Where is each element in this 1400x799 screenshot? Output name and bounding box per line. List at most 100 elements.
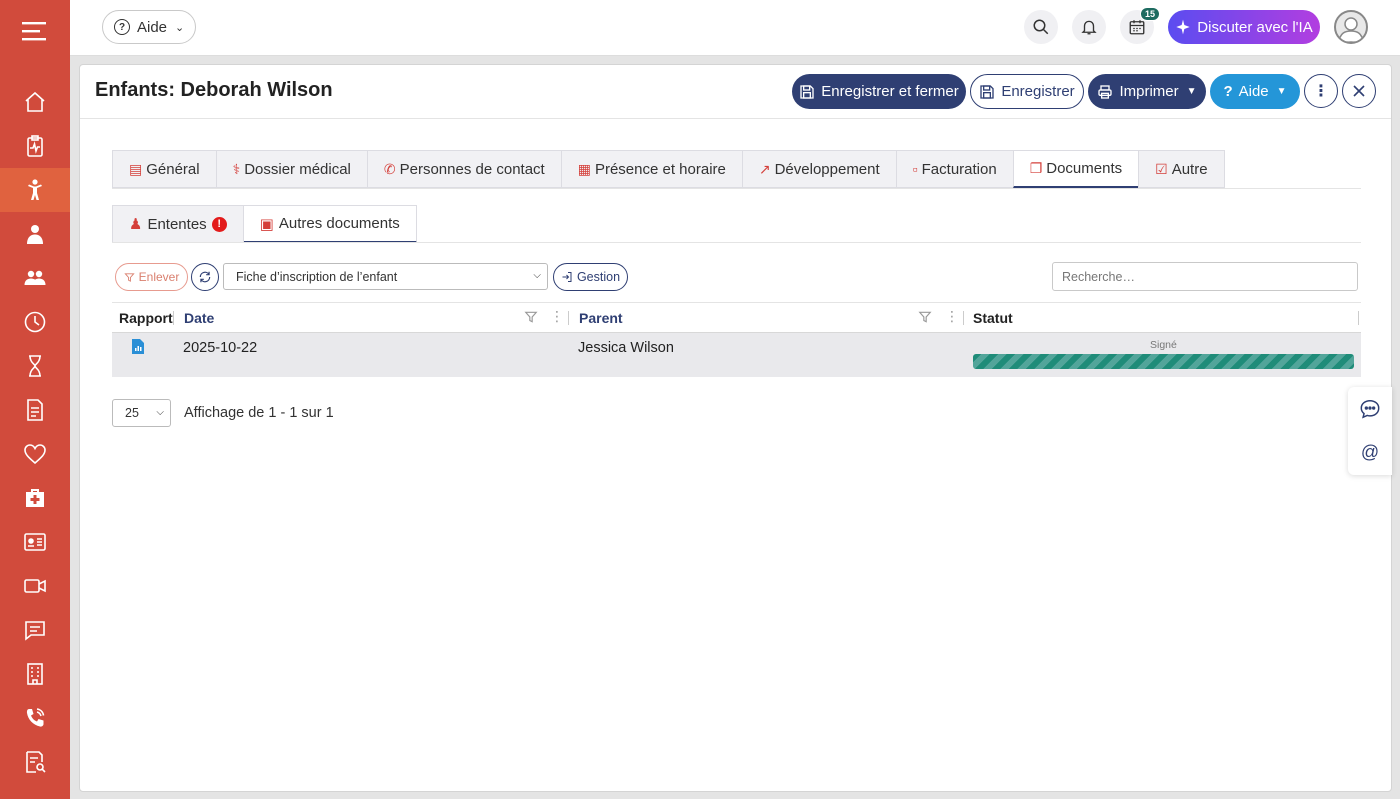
search-placeholder: Recherche…: [1062, 269, 1135, 284]
sidebar-item-contacts[interactable]: [0, 696, 70, 740]
phone-icon: ✆: [383, 160, 396, 177]
pager-summary: Affichage de 1 - 1 sur 1: [184, 405, 334, 421]
tab-other[interactable]: ☑ Autre: [1138, 150, 1225, 188]
column-header-parent[interactable]: Parent: [579, 303, 623, 333]
column-menu-icon[interactable]: ⋮: [550, 308, 564, 325]
sidebar-item-clipboard[interactable]: [0, 124, 70, 168]
sidebar-item-attendance[interactable]: [0, 300, 70, 344]
sidebar-item-buildings[interactable]: [0, 652, 70, 696]
refresh-button[interactable]: [191, 263, 219, 291]
table-row[interactable]: 2025-10-22 Jessica Wilson Signé: [112, 333, 1361, 377]
caret-down-icon: ▼: [1276, 86, 1287, 97]
filter-icon[interactable]: [918, 310, 932, 324]
close-icon: [1353, 85, 1365, 97]
tab-development[interactable]: ↗ Développement: [741, 150, 896, 188]
video-icon: [24, 579, 46, 593]
column-separator: [173, 311, 174, 325]
save-button[interactable]: Enregistrer: [970, 74, 1084, 109]
ai-chat-button[interactable]: Discuter avec l'IA: [1168, 10, 1320, 44]
person-icon: [27, 225, 43, 244]
tab-label: Documents: [1046, 160, 1123, 177]
sidebar-item-staff[interactable]: [0, 212, 70, 256]
child-icon: [28, 179, 42, 200]
date-cell: 2025-10-22: [183, 340, 258, 356]
save-icon: [980, 84, 994, 99]
status-label: Signé: [1150, 339, 1177, 351]
list-icon: ▤: [129, 160, 143, 177]
tab-label: Général: [146, 160, 200, 178]
remove-filter-button[interactable]: Enlever: [115, 263, 188, 291]
notifications-button[interactable]: [1072, 10, 1106, 44]
panel-header: Enfants: Deborah Wilson Enregistrer et f…: [80, 65, 1391, 119]
printer-icon: [1098, 84, 1113, 99]
help-dropdown[interactable]: ? Aide ⌄: [102, 10, 196, 44]
avatar[interactable]: [1334, 10, 1368, 44]
sidebar-item-reports[interactable]: [0, 740, 70, 784]
report-file-icon[interactable]: [132, 339, 144, 354]
sidebar-item-video[interactable]: [0, 564, 70, 608]
sidebar-item-messages[interactable]: [0, 608, 70, 652]
chevron-down-icon: ⌄: [175, 21, 185, 34]
top-bar: ? Aide ⌄ 15 Discuter avec l'IA: [70, 0, 1400, 56]
tab-label: Personnes de contact: [399, 160, 545, 178]
sidebar-item-health[interactable]: [0, 432, 70, 476]
invoice-icon: ▫: [912, 161, 918, 177]
sidebar-item-parents[interactable]: [0, 256, 70, 300]
menu-toggle-button[interactable]: [0, 0, 70, 62]
sidebar-item-medical[interactable]: [0, 476, 70, 520]
hamburger-icon: [22, 22, 46, 41]
search-input[interactable]: Recherche…: [1052, 262, 1358, 291]
document-type-select[interactable]: Fiche d’inscription de l’enfant ⌵: [223, 263, 548, 290]
alert-badge: !: [211, 216, 227, 232]
document-icon: ▣: [259, 215, 274, 233]
select-value: Fiche d’inscription de l’enfant: [236, 269, 398, 284]
chevron-down-icon: ⌵: [156, 407, 164, 418]
grid-header: Rapport Date ⋮ Parent ⋮ Statut: [112, 302, 1361, 333]
page-size-select[interactable]: 25 ⌵: [112, 399, 171, 427]
print-dropdown[interactable]: Imprimer ▼: [1088, 74, 1206, 109]
tab-contacts[interactable]: ✆ Personnes de contact: [366, 150, 561, 188]
chat-bubble-icon[interactable]: [1358, 397, 1382, 421]
calendar-button[interactable]: 15: [1120, 7, 1160, 44]
tab-billing[interactable]: ▫ Facturation: [895, 150, 1013, 188]
column-separator: [1358, 311, 1359, 325]
tab-label: Autre: [1171, 160, 1208, 178]
tabs-divider: [112, 188, 1361, 189]
tab-medical[interactable]: ⚕ Dossier médical: [215, 150, 367, 188]
help-menu-button[interactable]: ? Aide ▼: [1210, 74, 1300, 109]
column-header-report[interactable]: Rapport: [119, 303, 173, 333]
users-icon: ♟: [129, 216, 143, 233]
sidebar-item-forms[interactable]: [0, 388, 70, 432]
tab-documents[interactable]: ❐ Documents: [1012, 150, 1139, 188]
stethoscope-icon: ⚕: [232, 160, 241, 177]
question-icon: ?: [1223, 83, 1233, 100]
sidebar-item-waitlist[interactable]: [0, 344, 70, 388]
tab-general[interactable]: ▤ Général: [112, 150, 216, 188]
mention-icon[interactable]: @: [1358, 440, 1382, 464]
column-header-date[interactable]: Date: [184, 303, 214, 333]
save-close-button[interactable]: Enregistrer et fermer: [792, 74, 966, 109]
search-button[interactable]: [1024, 10, 1058, 44]
tab-label: Présence et horaire: [594, 160, 726, 178]
floating-actions: @: [1348, 387, 1392, 475]
more-options-button[interactable]: ⋮: [1304, 74, 1338, 108]
column-separator: [963, 311, 964, 325]
id-card-icon: [24, 533, 46, 551]
column-header-status[interactable]: Statut: [973, 303, 1013, 333]
gestion-button[interactable]: Gestion: [553, 263, 628, 291]
sidebar-item-children[interactable]: [0, 168, 70, 212]
documents-icon: ❐: [1029, 160, 1043, 176]
sidebar-item-cards[interactable]: [0, 520, 70, 564]
calendar-icon: ▦: [577, 160, 591, 177]
subtab-agreements[interactable]: ♟ Ententes !: [112, 205, 244, 243]
sidebar-item-home[interactable]: [0, 80, 70, 124]
tab-attendance[interactable]: ▦ Présence et horaire: [560, 150, 742, 188]
calendar-icon: [1129, 20, 1145, 35]
column-menu-icon[interactable]: ⋮: [945, 308, 959, 325]
close-button[interactable]: [1342, 74, 1376, 108]
tab-label: Facturation: [921, 160, 997, 178]
filter-icon[interactable]: [524, 310, 538, 324]
subtab-other-documents[interactable]: ▣ Autres documents: [243, 205, 417, 243]
user-avatar-icon: [1338, 17, 1364, 42]
remove-label: Enlever: [138, 270, 180, 284]
